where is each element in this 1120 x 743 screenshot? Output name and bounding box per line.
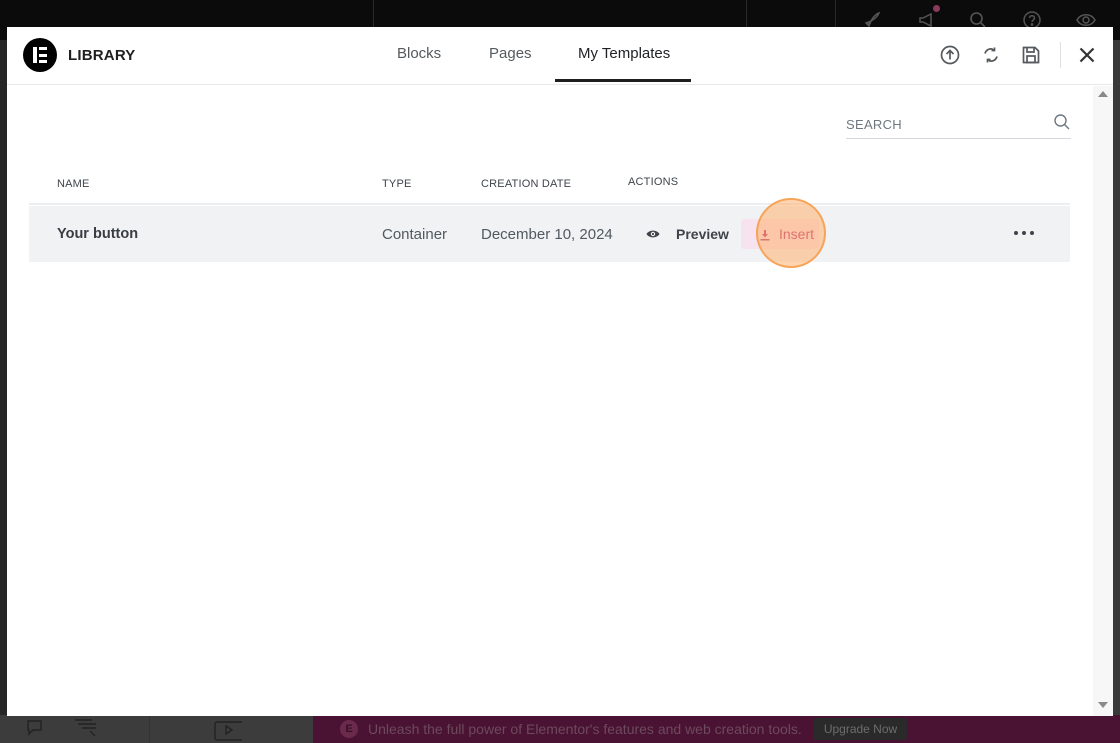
sync-icon[interactable]: [980, 44, 1002, 66]
download-icon: [759, 228, 771, 241]
scroll-up-arrow-icon[interactable]: [1098, 91, 1108, 97]
library-modal: LIBRARY Blocks Pages My Templates NAME T…: [7, 27, 1113, 716]
column-header-name: NAME: [57, 178, 90, 190]
topbar-separator: [373, 0, 374, 27]
search-field: [846, 109, 1071, 139]
save-icon[interactable]: [1020, 44, 1042, 66]
column-header-actions: ACTIONS: [628, 176, 679, 188]
panel-separator: [149, 715, 150, 743]
tab-blocks[interactable]: Blocks: [397, 45, 441, 62]
scrollbar[interactable]: [1093, 86, 1113, 716]
banner-text: Unleash the full power of Elementor's fe…: [368, 721, 802, 737]
video-icon: [214, 717, 246, 741]
header-divider: [1060, 42, 1061, 68]
upgrade-now-button[interactable]: Upgrade Now: [813, 718, 908, 740]
scroll-down-arrow-icon[interactable]: [1098, 702, 1108, 708]
chat-icon: [72, 717, 100, 741]
preview-label: Preview: [676, 226, 729, 242]
template-creation-date: December 10, 2024: [481, 226, 613, 243]
insert-label: Insert: [779, 226, 815, 242]
editor-bottom-panel: [0, 715, 313, 743]
table-header-divider: [29, 203, 1070, 205]
tab-pages[interactable]: Pages: [489, 45, 532, 62]
template-name: Your button: [57, 226, 139, 242]
elementor-logo-icon: [23, 38, 57, 72]
modal-title: LIBRARY: [68, 47, 136, 64]
preview-button[interactable]: Preview: [646, 223, 729, 245]
topbar-separator: [746, 0, 747, 27]
more-options-icon[interactable]: [1014, 226, 1034, 240]
search-input[interactable]: [846, 113, 1046, 135]
table-row: Your button Container December 10, 2024 …: [29, 198, 1070, 268]
upgrade-banner: E Unleash the full power of Elementor's …: [313, 715, 1120, 743]
notification-dot: [933, 5, 940, 12]
upload-icon[interactable]: [939, 44, 961, 66]
column-header-type: TYPE: [382, 178, 412, 190]
eye-icon: [646, 227, 660, 241]
template-type: Container: [382, 226, 448, 243]
close-icon[interactable]: [1076, 44, 1098, 66]
active-tab-indicator: [555, 79, 691, 82]
comment-icon: [25, 717, 53, 741]
insert-button[interactable]: Insert: [741, 219, 819, 249]
elementor-icon: E: [340, 720, 358, 738]
topbar-separator: [835, 0, 836, 27]
editor-sidebar: [0, 40, 7, 743]
search-icon[interactable]: [1053, 113, 1071, 131]
modal-header: LIBRARY Blocks Pages My Templates: [7, 27, 1113, 85]
column-header-creation-date: CREATION DATE: [481, 178, 572, 190]
tab-my-templates[interactable]: My Templates: [578, 45, 670, 62]
